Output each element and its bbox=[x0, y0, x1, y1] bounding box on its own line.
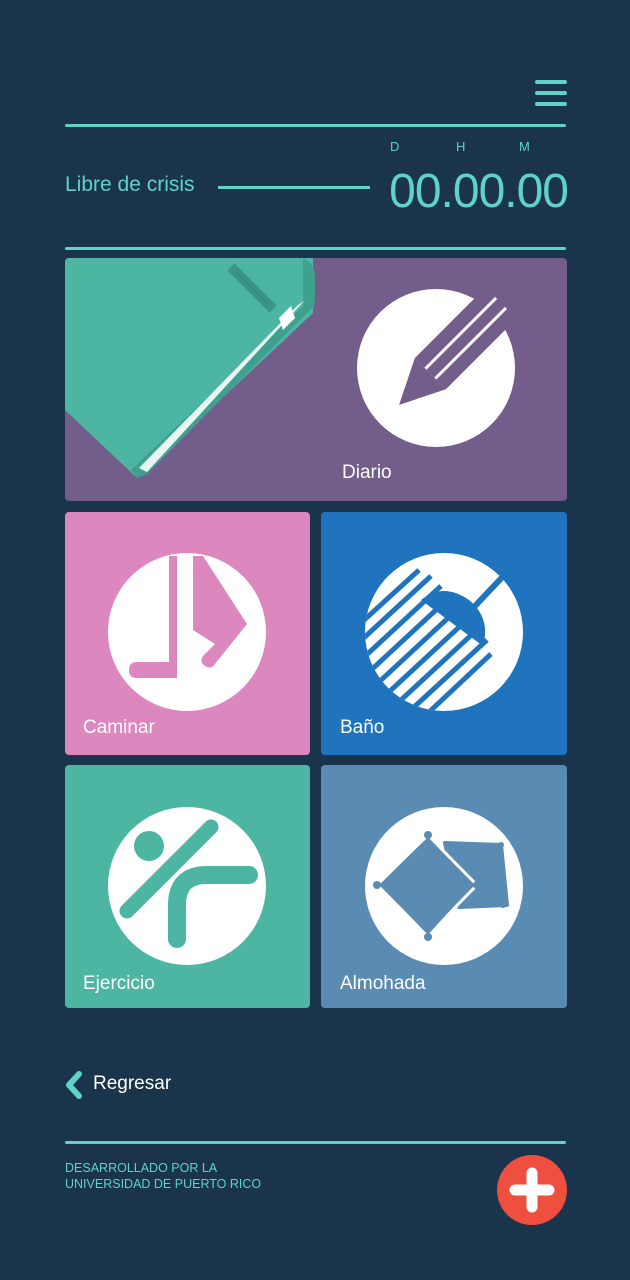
top-divider bbox=[65, 124, 566, 127]
crisis-free-label: Libre de crisis bbox=[65, 173, 195, 196]
tile-label: Baño bbox=[340, 717, 385, 738]
plus-icon bbox=[509, 1167, 555, 1213]
header-bottom-divider bbox=[65, 247, 566, 250]
hamburger-menu-icon bbox=[535, 80, 567, 84]
back-button[interactable]: Regresar bbox=[93, 1073, 171, 1095]
pencil-icon bbox=[357, 287, 517, 447]
tile-label: Diario bbox=[342, 462, 392, 483]
tile-label: Ejercicio bbox=[83, 973, 155, 994]
developer-credit: DESARROLLADO POR LA UNIVERSIDAD DE PUERT… bbox=[65, 1160, 261, 1192]
chevron-left-icon[interactable] bbox=[63, 1070, 83, 1100]
footer-divider bbox=[65, 1141, 566, 1144]
crisis-connector-line bbox=[218, 186, 370, 189]
exercise-figure-icon bbox=[108, 807, 266, 965]
tile-label: Caminar bbox=[83, 717, 155, 738]
minutes-unit-label: M bbox=[519, 139, 530, 154]
tile-diario[interactable]: Diario bbox=[65, 258, 567, 501]
tile-ejercicio[interactable]: Ejercicio bbox=[65, 765, 310, 1008]
developer-credit-line1: DESARROLLADO POR LA bbox=[65, 1161, 218, 1175]
hours-unit-label: H bbox=[456, 139, 466, 154]
tile-label: Almohada bbox=[340, 973, 426, 994]
tile-bano[interactable]: Baño bbox=[321, 512, 567, 755]
days-unit-label: D bbox=[390, 139, 400, 154]
help-button[interactable] bbox=[497, 1155, 567, 1225]
menu-button[interactable] bbox=[535, 80, 567, 110]
developer-credit-line2: UNIVERSIDAD DE PUERTO RICO bbox=[65, 1177, 262, 1191]
tile-caminar[interactable]: Caminar bbox=[65, 512, 310, 755]
crisis-free-counter: 00.00.00 bbox=[389, 165, 569, 218]
tile-almohada[interactable]: Almohada bbox=[321, 765, 567, 1008]
pillow-icon bbox=[365, 807, 523, 965]
